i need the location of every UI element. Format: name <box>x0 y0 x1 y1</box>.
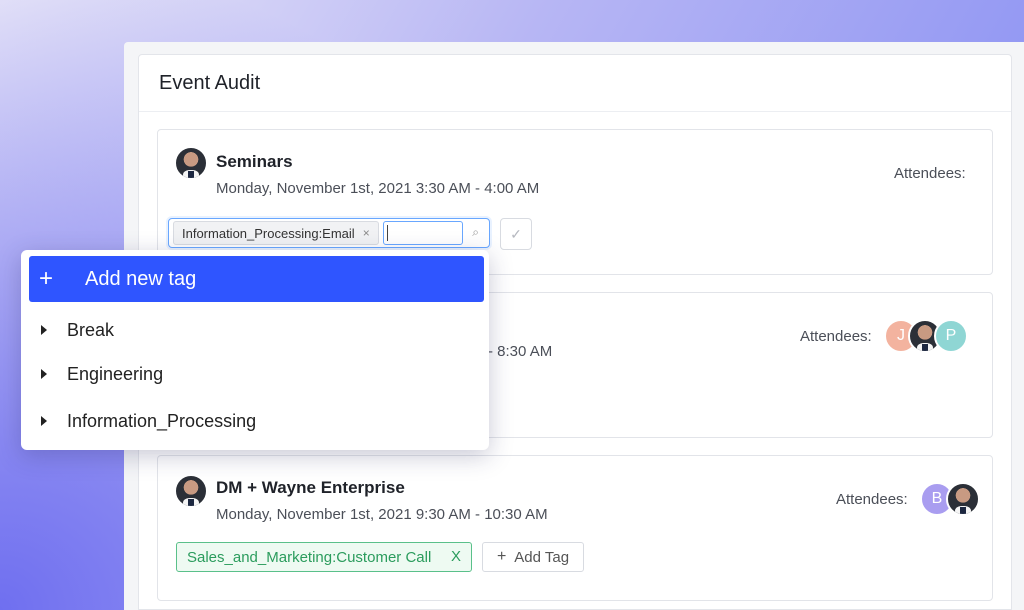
confirm-tag-button[interactable]: ✓ <box>500 218 532 250</box>
assigned-tag-label: Sales_and_Marketing:Customer Call <box>187 548 432 566</box>
attendee-avatar-p[interactable]: P <box>934 319 968 353</box>
event-title: DM + Wayne Enterprise <box>216 478 405 497</box>
close-icon[interactable]: × <box>363 226 370 240</box>
plus-icon: + <box>39 265 54 292</box>
attendee-avatar-photo[interactable] <box>946 482 980 516</box>
dropdown-item-break[interactable]: Break <box>21 310 489 350</box>
attendees-label: Attendees: <box>836 491 908 508</box>
plus-icon: + <box>496 548 507 565</box>
event-title: Seminars <box>216 152 293 171</box>
check-icon: ✓ <box>510 225 522 242</box>
attendees-label: Attendees: <box>800 328 872 345</box>
add-new-tag-label: Add new tag <box>85 267 197 290</box>
event-date: Monday, November 1st, 2021 3:30 AM - 4:0… <box>216 180 540 197</box>
add-new-tag-button[interactable]: + Add new tag <box>29 256 484 302</box>
event-card-dm-wayne[interactable]: DM + Wayne Enterprise Monday, November 1… <box>157 455 993 601</box>
attendees-label: Attendees: <box>894 165 966 182</box>
dropdown-item-label: Engineering <box>67 363 164 384</box>
tag-text-field[interactable] <box>382 221 463 245</box>
dropdown-item-label: Information_Processing <box>67 410 257 431</box>
add-tag-button[interactable]: + Add Tag <box>482 542 584 572</box>
dropdown-item-engineering[interactable]: Engineering <box>21 354 489 394</box>
tag-chip: Information_Processing:Email × <box>173 221 379 245</box>
caret-right-icon[interactable] <box>41 416 47 426</box>
add-tag-label: Add Tag <box>514 548 570 566</box>
assigned-tag: Sales_and_Marketing:Customer Call X <box>176 542 472 572</box>
search-icon: ⌕ <box>472 225 479 239</box>
organizer-avatar <box>174 146 208 180</box>
caret-right-icon[interactable] <box>41 325 47 335</box>
event-date: Monday, November 1st, 2021 9:30 AM - 10:… <box>216 506 548 523</box>
organizer-avatar <box>174 474 208 508</box>
remove-tag-icon[interactable]: X <box>451 548 461 565</box>
page-title: Event Audit <box>139 55 1011 112</box>
dropdown-item-label: Break <box>67 319 115 340</box>
tag-chip-label: Information_Processing:Email <box>182 225 355 241</box>
event-date: - 8:30 AM <box>488 343 553 360</box>
caret-right-icon[interactable] <box>41 369 47 379</box>
tag-search-input[interactable]: Information_Processing:Email × ⌕ <box>168 218 490 248</box>
dropdown-item-information-processing[interactable]: Information_Processing <box>21 401 489 441</box>
tag-dropdown: + Add new tag Break Engineering Informat… <box>21 250 489 450</box>
